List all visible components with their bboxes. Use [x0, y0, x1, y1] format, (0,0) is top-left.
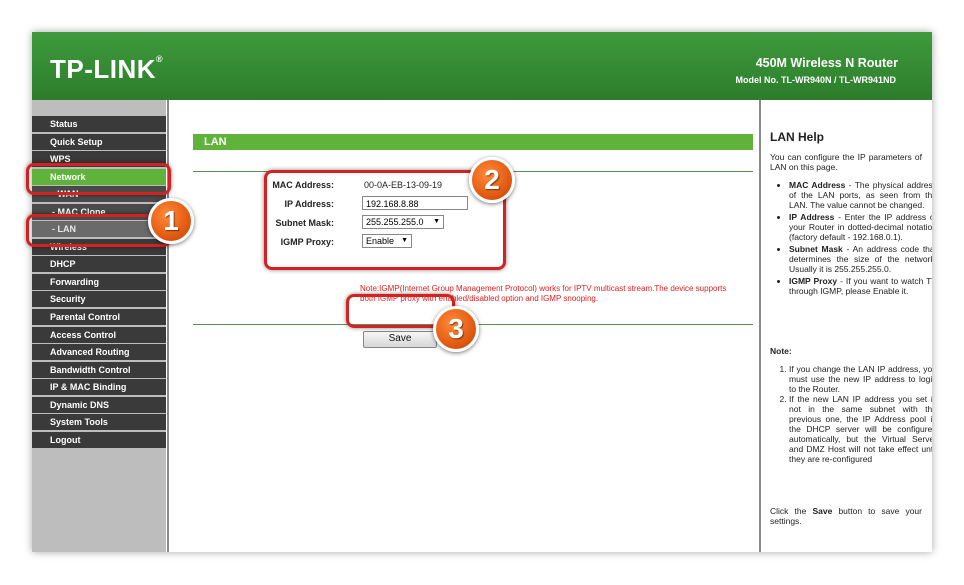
save-button[interactable]: Save — [363, 331, 437, 348]
page-title: LAN — [193, 134, 753, 150]
router-admin-window: TP-LINK® 450M Wireless N Router Model No… — [32, 32, 932, 552]
help-note-item: If you change the LAN IP address, you mu… — [789, 364, 932, 394]
sidebar-item-bandwidth-control[interactable]: Bandwidth Control — [32, 361, 166, 378]
help-item: Subnet Mask - An address code that deter… — [789, 244, 932, 274]
sidebar-item-quick-setup[interactable]: Quick Setup — [32, 133, 166, 150]
header-banner: TP-LINK® 450M Wireless N Router Model No… — [32, 32, 932, 100]
callout-badge-2: 2 — [469, 157, 515, 203]
help-item: IP Address - Enter the IP address of you… — [789, 212, 932, 242]
sidebar-item-dynamic-dns[interactable]: Dynamic DNS — [32, 396, 166, 413]
help-note-title: Note: — [770, 346, 792, 356]
help-footer: Click the Save button to save your setti… — [770, 506, 922, 526]
logo-text: TP-LINK — [50, 54, 157, 84]
sidebar-item-ip-mac-binding[interactable]: IP & MAC Binding — [32, 379, 166, 396]
callout-badge-3: 3 — [433, 306, 479, 352]
help-item: MAC Address - The physical address of th… — [789, 180, 932, 210]
sidebar-item-dhcp[interactable]: DHCP — [32, 256, 166, 273]
sidebar-item-status[interactable]: Status — [32, 116, 166, 132]
tp-link-logo: TP-LINK® — [50, 54, 163, 85]
logo-registered-mark: ® — [156, 54, 164, 64]
help-note-item: If the new LAN IP address you set is not… — [789, 394, 932, 464]
help-note-list: If you change the LAN IP address, you mu… — [775, 364, 932, 464]
callout-badge-1: 1 — [148, 198, 194, 244]
callout-highlight-network — [26, 163, 171, 195]
sidebar-item-advanced-routing[interactable]: Advanced Routing — [32, 344, 166, 361]
help-intro: You can configure the IP parameters of L… — [770, 152, 922, 172]
sidebar-item-security[interactable]: Security — [32, 291, 166, 308]
help-panel: LAN Help You can configure the IP parame… — [761, 100, 932, 552]
sidebar-item-forwarding[interactable]: Forwarding — [32, 273, 166, 290]
router-title: 450M Wireless N Router — [755, 56, 898, 70]
sidebar-item-logout[interactable]: Logout — [32, 431, 166, 448]
router-model: Model No. TL-WR940N / TL-WR941ND — [735, 75, 896, 85]
help-item: IGMP Proxy - If you want to watch TV thr… — [789, 276, 932, 296]
sidebar-item-parental-control[interactable]: Parental Control — [32, 309, 166, 326]
help-title: LAN Help — [770, 130, 824, 144]
help-list: MAC Address - The physical address of th… — [775, 180, 932, 298]
sidebar-item-system-tools[interactable]: System Tools — [32, 414, 166, 431]
sidebar-item-access-control[interactable]: Access Control — [32, 326, 166, 343]
